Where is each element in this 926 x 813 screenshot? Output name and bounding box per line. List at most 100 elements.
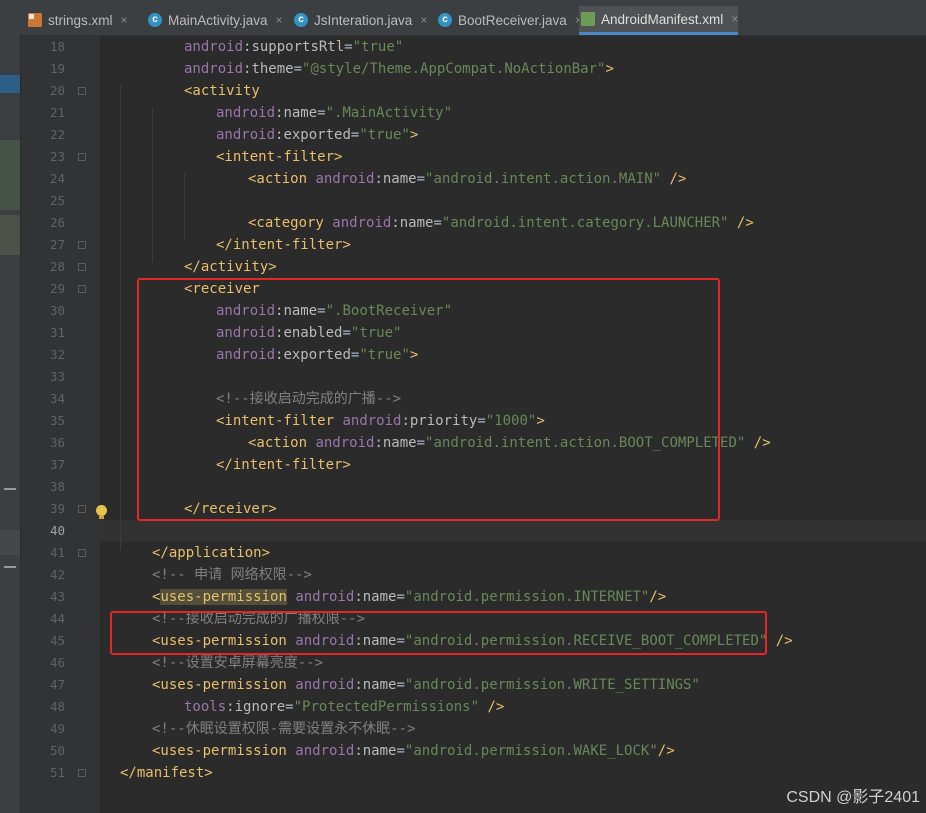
code-content: <!--休眠设置权限-需要设置永不休眠--> bbox=[152, 718, 415, 740]
code-line[interactable]: <uses-permission android:name="android.p… bbox=[100, 586, 926, 608]
line-number: 21 bbox=[49, 105, 65, 120]
code-token: = bbox=[285, 699, 294, 715]
tab-androidmanifest-xml[interactable]: AndroidManifest.xml × bbox=[579, 6, 739, 35]
code-line[interactable]: android:enabled="true" bbox=[100, 322, 926, 344]
line-number: 27 bbox=[49, 237, 65, 252]
code-line[interactable]: <receiver bbox=[100, 278, 926, 300]
tab-strings-xml[interactable]: strings.xml × bbox=[28, 6, 128, 34]
collapse-icon[interactable] bbox=[4, 488, 16, 490]
code-line[interactable]: <category android:name="android.intent.c… bbox=[100, 212, 926, 234]
code-token: ".MainActivity" bbox=[325, 105, 453, 121]
code-line[interactable] bbox=[100, 476, 926, 498]
fold-marker-icon[interactable] bbox=[78, 263, 86, 271]
indent-guide bbox=[184, 173, 185, 240]
code-token: "android.intent.action.BOOT_COMPLETED" bbox=[425, 435, 746, 451]
collapse-icon[interactable] bbox=[4, 566, 16, 568]
tab-bootreceiver-java[interactable]: cBootReceiver.java× bbox=[430, 6, 582, 34]
code-line[interactable] bbox=[100, 520, 926, 542]
code-content: </activity> bbox=[184, 256, 277, 278]
editor-tab-bar: strings.xml × c MainActivity.java × c JsIntera… bbox=[0, 0, 926, 36]
code-token: android bbox=[216, 347, 276, 363]
code-content: <action android:name="android.intent.act… bbox=[248, 432, 771, 454]
line-number: 42 bbox=[49, 567, 65, 582]
fold-marker-icon[interactable] bbox=[78, 241, 86, 249]
code-token: > bbox=[409, 127, 419, 143]
code-token: android bbox=[295, 633, 355, 649]
code-line[interactable]: </intent-filter> bbox=[100, 234, 926, 256]
code-token: = bbox=[396, 677, 405, 693]
code-token: /> bbox=[479, 699, 505, 715]
strip-marker bbox=[0, 530, 20, 555]
code-content: android:theme="@style/Theme.AppCompat.No… bbox=[184, 58, 614, 80]
code-line[interactable]: </activity> bbox=[100, 256, 926, 278]
fold-marker-icon[interactable] bbox=[78, 549, 86, 557]
line-number: 38 bbox=[49, 479, 65, 494]
code-content: android:supportsRtl="true" bbox=[184, 36, 403, 58]
code-token: </application> bbox=[152, 545, 271, 561]
code-line[interactable]: <!--设置安卓屏幕亮度--> bbox=[100, 652, 926, 674]
line-number: 34 bbox=[49, 391, 65, 406]
code-token: <!--设置安卓屏幕亮度--> bbox=[152, 655, 324, 671]
code-line[interactable]: <intent-filter> bbox=[100, 146, 926, 168]
tab-mainactivity-java[interactable]: c MainActivity.java × bbox=[140, 6, 283, 34]
code-content: </application> bbox=[152, 542, 270, 564]
code-token: /> bbox=[745, 435, 771, 451]
lightbulb-icon[interactable] bbox=[96, 505, 107, 519]
close-tab-icon[interactable]: × bbox=[121, 13, 128, 27]
line-number: 36 bbox=[49, 435, 65, 450]
code-line[interactable]: android:exported="true"> bbox=[100, 124, 926, 146]
code-token: "android.intent.category.LAUNCHER" bbox=[441, 215, 729, 231]
code-token: android bbox=[332, 215, 392, 231]
code-line[interactable]: </application> bbox=[100, 542, 926, 564]
code-line[interactable]: <action android:name="android.intent.act… bbox=[100, 168, 926, 190]
code-line[interactable]: <uses-permission android:name="android.p… bbox=[100, 740, 926, 762]
code-line[interactable]: android:exported="true"> bbox=[100, 344, 926, 366]
code-line[interactable]: <activity bbox=[100, 80, 926, 102]
code-token: android bbox=[216, 303, 276, 319]
code-token: :name bbox=[275, 303, 318, 319]
fold-marker-icon[interactable] bbox=[78, 505, 86, 513]
line-number: 28 bbox=[49, 259, 65, 274]
tab-jsinteration-java[interactable]: c JsInteration.java × bbox=[286, 6, 427, 34]
line-number: 47 bbox=[49, 677, 65, 692]
code-token: <!--休眠设置权限-需要设置永不休眠--> bbox=[152, 721, 416, 737]
code-token: :name bbox=[354, 589, 397, 605]
code-line[interactable]: <uses-permission android:name="android.p… bbox=[100, 674, 926, 696]
close-tab-icon[interactable]: × bbox=[276, 13, 283, 27]
code-content: <activity bbox=[184, 80, 260, 102]
fold-marker-icon[interactable] bbox=[78, 285, 86, 293]
code-line[interactable]: <!--休眠设置权限-需要设置永不休眠--> bbox=[100, 718, 926, 740]
code-line[interactable]: android:name=".MainActivity" bbox=[100, 102, 926, 124]
code-content: <uses-permission android:name="android.p… bbox=[152, 586, 666, 608]
code-line[interactable] bbox=[100, 190, 926, 212]
fold-marker-icon[interactable] bbox=[78, 153, 86, 161]
code-line[interactable]: tools:ignore="ProtectedPermissions" /> bbox=[100, 696, 926, 718]
code-token: <receiver bbox=[184, 281, 260, 297]
tab-label: MainActivity.java bbox=[168, 12, 268, 28]
fold-marker-icon[interactable] bbox=[78, 87, 86, 95]
code-line[interactable]: <!-- 申请 网络权限--> bbox=[100, 564, 926, 586]
code-editor[interactable]: android:supportsRtl="true" android:theme=… bbox=[100, 35, 926, 813]
line-number: 24 bbox=[49, 171, 65, 186]
code-content: </manifest> bbox=[120, 762, 213, 784]
fold-marker-icon[interactable] bbox=[78, 769, 86, 777]
close-tab-icon[interactable]: × bbox=[731, 12, 738, 26]
code-line[interactable]: <!--接收启动完成的广播--> bbox=[100, 388, 926, 410]
code-line[interactable]: <uses-permission android:name="android.p… bbox=[100, 630, 926, 652]
code-token: > bbox=[536, 413, 545, 429]
code-token: :theme bbox=[243, 61, 294, 77]
code-line[interactable]: <intent-filter android:priority="1000"> bbox=[100, 410, 926, 432]
code-line[interactable]: </receiver> bbox=[100, 498, 926, 520]
code-token: <action bbox=[248, 435, 316, 451]
code-line[interactable]: android:theme="@style/Theme.AppCompat.No… bbox=[100, 58, 926, 80]
close-tab-icon[interactable]: × bbox=[420, 13, 427, 27]
code-line[interactable]: <action android:name="android.intent.act… bbox=[100, 432, 926, 454]
code-line[interactable]: </intent-filter> bbox=[100, 454, 926, 476]
code-line[interactable]: </manifest> bbox=[100, 762, 926, 784]
code-token: > bbox=[409, 347, 419, 363]
line-number: 39 bbox=[49, 501, 65, 516]
code-line[interactable]: <!--接收启动完成的广播权限--> bbox=[100, 608, 926, 630]
code-line[interactable]: android:name=".BootReceiver" bbox=[100, 300, 926, 322]
code-line[interactable]: android:supportsRtl="true" bbox=[100, 36, 926, 58]
code-line[interactable] bbox=[100, 366, 926, 388]
